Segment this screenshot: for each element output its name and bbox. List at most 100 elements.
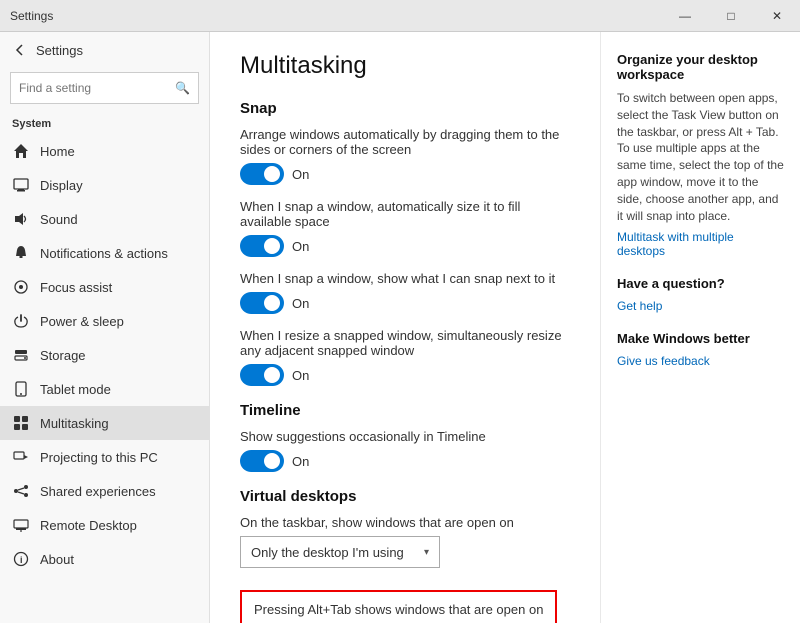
sidebar-item-notifications[interactable]: Notifications & actions [0,236,209,270]
organize-title: Organize your desktop workspace [617,52,784,82]
question-title: Have a question? [617,276,784,291]
snap-toggle-row-3: On [240,292,570,314]
sidebar-item-display[interactable]: Display [0,168,209,202]
feedback-title: Make Windows better [617,331,784,346]
sidebar-label-power: Power & sleep [40,314,124,329]
snap-toggle-row-2: On [240,235,570,257]
snap-desc-1: Arrange windows automatically by draggin… [240,127,570,157]
search-input[interactable] [19,81,175,95]
sidebar-label-focus: Focus assist [40,280,112,295]
sidebar-item-power[interactable]: Power & sleep [0,304,209,338]
main-content: Multitasking Snap Arrange windows automa… [210,32,600,623]
snap-setting-3: When I snap a window, show what I can sn… [240,271,570,314]
sidebar-item-home[interactable]: Home [0,134,209,168]
sidebar-item-storage[interactable]: Storage [0,338,209,372]
snap-section-title: Snap [240,100,570,117]
sidebar-item-projecting[interactable]: Projecting to this PC [0,440,209,474]
back-icon [12,42,28,58]
snap-toggle-4[interactable] [240,364,284,386]
shared-icon [12,482,30,500]
sidebar-label-about: About [40,552,74,567]
sidebar-back-label: Settings [36,43,83,58]
sidebar-item-about[interactable]: i About [0,542,209,576]
notifications-icon [12,244,30,262]
timeline-toggle-1[interactable] [240,450,284,472]
right-panel: Organize your desktop workspace To switc… [600,32,800,623]
organize-link[interactable]: Multitask with multiple desktops [617,230,734,258]
snap-setting-4: When I resize a snapped window, simultan… [240,328,570,386]
multitasking-icon [12,414,30,432]
question-section: Have a question? Get help [617,276,784,313]
sidebar-label-remote: Remote Desktop [40,518,137,533]
snap-toggle-label-3: On [292,296,309,311]
snap-toggle-1[interactable] [240,163,284,185]
minimize-button[interactable]: — [662,0,708,32]
page-title: Multitasking [240,52,570,80]
sidebar-item-tablet[interactable]: Tablet mode [0,372,209,406]
sidebar-label-projecting: Projecting to this PC [40,450,158,465]
sidebar-item-sound[interactable]: Sound [0,202,209,236]
organize-section: Organize your desktop workspace To switc… [617,52,784,258]
timeline-section-title: Timeline [240,402,570,419]
sidebar-item-focus[interactable]: Focus assist [0,270,209,304]
sidebar-label-home: Home [40,144,75,159]
snap-toggle-label-4: On [292,368,309,383]
sidebar-item-multitasking[interactable]: Multitasking [0,406,209,440]
sidebar-back-button[interactable]: Settings [0,32,209,68]
get-help-link[interactable]: Get help [617,299,662,313]
sidebar-label-notifications: Notifications & actions [40,246,168,261]
snap-desc-4: When I resize a snapped window, simultan… [240,328,570,358]
focus-icon [12,278,30,296]
sidebar-label-shared: Shared experiences [40,484,156,499]
vd-taskbar-setting: On the taskbar, show windows that are op… [240,515,570,568]
sidebar-label-multitasking: Multitasking [40,416,109,431]
snap-desc-3: When I snap a window, show what I can sn… [240,271,570,286]
snap-toggle-label-1: On [292,167,309,182]
snap-toggle-label-2: On [292,239,309,254]
sidebar: Settings 🔍 System Home Display Soun [0,32,210,623]
power-icon [12,312,30,330]
timeline-desc-1: Show suggestions occasionally in Timelin… [240,429,570,444]
snap-setting-1: Arrange windows automatically by draggin… [240,127,570,185]
snap-toggle-3[interactable] [240,292,284,314]
sound-icon [12,210,30,228]
titlebar: Settings — □ ✕ [0,0,800,32]
snap-toggle-row-4: On [240,364,570,386]
snap-toggle-row-1: On [240,163,570,185]
snap-toggle-2[interactable] [240,235,284,257]
feedback-section: Make Windows better Give us feedback [617,331,784,368]
tablet-icon [12,380,30,398]
sidebar-label-display: Display [40,178,83,193]
titlebar-controls: — □ ✕ [662,0,800,32]
vd-alttab-desc: Pressing Alt+Tab shows windows that are … [254,602,543,617]
storage-icon [12,346,30,364]
sidebar-label-tablet: Tablet mode [40,382,111,397]
timeline-toggle-label-1: On [292,454,309,469]
vd-taskbar-desc: On the taskbar, show windows that are op… [240,515,570,530]
search-box[interactable]: 🔍 [10,72,199,104]
vd-taskbar-dropdown[interactable]: Only the desktop I'm using ▾ [240,536,440,568]
maximize-button[interactable]: □ [708,0,754,32]
display-icon [12,176,30,194]
titlebar-title: Settings [10,9,53,23]
close-button[interactable]: ✕ [754,0,800,32]
sidebar-item-shared[interactable]: Shared experiences [0,474,209,508]
about-icon: i [12,550,30,568]
sidebar-label-storage: Storage [40,348,86,363]
vd-section-title: Virtual desktops [240,488,570,505]
timeline-setting-1: Show suggestions occasionally in Timelin… [240,429,570,472]
main-window: Settings 🔍 System Home Display Soun [0,32,800,623]
snap-desc-2: When I snap a window, automatically size… [240,199,570,229]
vd-taskbar-arrow-icon: ▾ [424,547,429,558]
sidebar-item-remote[interactable]: Remote Desktop [0,508,209,542]
svg-text:i: i [20,555,23,565]
alttab-highlight-box: Pressing Alt+Tab shows windows that are … [240,590,557,623]
home-icon [12,142,30,160]
sidebar-label-sound: Sound [40,212,78,227]
remote-icon [12,516,30,534]
feedback-link[interactable]: Give us feedback [617,354,710,368]
sidebar-section-label: System [0,112,209,134]
search-icon: 🔍 [175,81,190,95]
projecting-icon [12,448,30,466]
vd-taskbar-value: Only the desktop I'm using [251,545,404,560]
